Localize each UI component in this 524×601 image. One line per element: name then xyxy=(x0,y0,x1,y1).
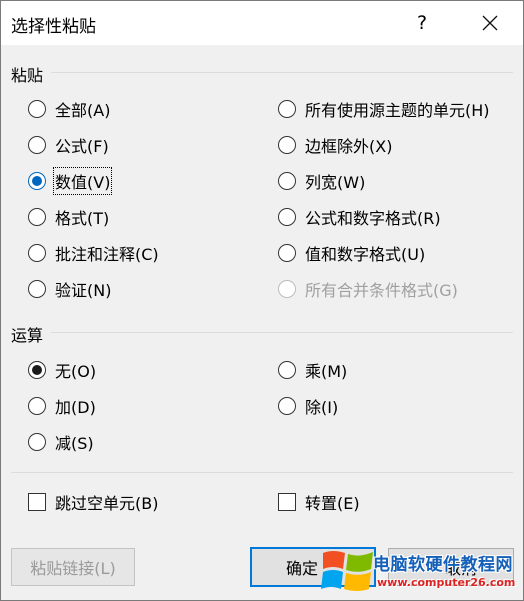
radio-label: 数值(V) xyxy=(52,167,113,195)
help-button[interactable]: ? xyxy=(399,1,445,45)
radio-button[interactable] xyxy=(28,208,46,226)
radio-op-divide[interactable]: 除(I) xyxy=(278,394,338,418)
radio-button[interactable] xyxy=(28,433,46,451)
dialog-title: 选择性粘贴 xyxy=(11,17,96,37)
checkbox-label: 跳过空单元(B) xyxy=(55,494,159,513)
radio-paste-formats[interactable]: 格式(T) xyxy=(28,205,109,229)
radio-paste-column-widths[interactable]: 列宽(W) xyxy=(278,169,365,193)
radio-paste-values-number-formats[interactable]: 值和数字格式(U) xyxy=(278,241,425,265)
radio-button[interactable] xyxy=(278,397,296,415)
radio-label: 格式(T) xyxy=(55,209,110,228)
checkbox[interactable] xyxy=(28,493,46,511)
windows-logo-watermark xyxy=(321,551,373,591)
radio-paste-validation[interactable]: 验证(N) xyxy=(28,277,111,301)
radio-paste-comments[interactable]: 批注和注释(C) xyxy=(28,241,159,265)
radio-label: 加(D) xyxy=(55,398,96,417)
radio-paste-no-borders[interactable]: 边框除外(X) xyxy=(278,133,392,157)
radio-label: 公式(F) xyxy=(55,137,109,156)
radio-label: 公式和数字格式(R) xyxy=(305,209,441,228)
title-bar: 选择性粘贴 ? xyxy=(1,1,523,45)
checkbox-transpose[interactable]: 转置(E) xyxy=(278,490,360,514)
checkbox-skip-blanks[interactable]: 跳过空单元(B) xyxy=(28,490,158,514)
radio-label: 批注和注释(C) xyxy=(55,245,159,264)
divider xyxy=(11,472,513,473)
radio-paste-source-theme[interactable]: 所有使用源主题的单元(H) xyxy=(278,97,490,121)
paste-section-title: 粘贴 xyxy=(11,66,44,85)
radio-label: 验证(N) xyxy=(55,281,112,300)
radio-button[interactable] xyxy=(278,100,296,118)
radio-button[interactable] xyxy=(28,280,46,298)
radio-button[interactable] xyxy=(28,244,46,262)
radio-op-add[interactable]: 加(D) xyxy=(28,394,96,418)
paste-link-button: 粘贴链接(L) xyxy=(11,548,135,586)
radio-paste-merge-conditional-formats: 所有合并条件格式(G) xyxy=(278,277,458,301)
radio-label: 除(I) xyxy=(305,398,339,417)
radio-button[interactable] xyxy=(28,136,46,154)
radio-button[interactable] xyxy=(278,136,296,154)
radio-button[interactable] xyxy=(278,361,296,379)
checkbox-label: 转置(E) xyxy=(305,494,360,513)
ok-button-label: 确定 xyxy=(285,559,318,578)
radio-label: 边框除外(X) xyxy=(305,137,393,156)
radio-op-none[interactable]: 无(O) xyxy=(28,358,96,382)
radio-button[interactable] xyxy=(28,397,46,415)
divider xyxy=(51,332,513,333)
paste-special-dialog: 选择性粘贴 ? 粘贴 全部(A) 公式(F) 数值(V) 格式(T) 批注和注释… xyxy=(0,0,524,601)
operation-section-title: 运算 xyxy=(11,326,44,345)
radio-label: 减(S) xyxy=(55,434,94,453)
radio-button-selected[interactable] xyxy=(28,361,46,379)
radio-button[interactable] xyxy=(28,100,46,118)
radio-op-subtract[interactable]: 减(S) xyxy=(28,430,94,454)
radio-label: 全部(A) xyxy=(55,101,111,120)
radio-label: 值和数字格式(U) xyxy=(305,245,426,264)
radio-label: 所有使用源主题的单元(H) xyxy=(305,101,490,120)
radio-paste-values[interactable]: 数值(V) xyxy=(28,167,113,195)
radio-label: 所有合并条件格式(G) xyxy=(305,281,458,300)
radio-label: 列宽(W) xyxy=(305,173,366,192)
checkbox[interactable] xyxy=(278,493,296,511)
watermark-url: www.computer26.com xyxy=(377,576,516,589)
watermark-title: 电脑软硬件教程网 xyxy=(373,555,513,575)
radio-button-disabled xyxy=(278,280,296,298)
radio-label: 乘(M) xyxy=(305,362,348,381)
radio-op-multiply[interactable]: 乘(M) xyxy=(278,358,347,382)
radio-paste-formulas[interactable]: 公式(F) xyxy=(28,133,109,157)
radio-button[interactable] xyxy=(278,244,296,262)
radio-paste-formulas-number-formats[interactable]: 公式和数字格式(R) xyxy=(278,205,441,229)
divider xyxy=(51,72,513,73)
radio-button[interactable] xyxy=(278,208,296,226)
radio-button-selected[interactable] xyxy=(28,172,46,190)
close-icon xyxy=(482,15,498,31)
radio-button[interactable] xyxy=(278,172,296,190)
help-icon: ? xyxy=(416,12,428,34)
radio-paste-all[interactable]: 全部(A) xyxy=(28,97,110,121)
close-button[interactable] xyxy=(467,1,513,45)
radio-label: 无(O) xyxy=(55,362,97,381)
